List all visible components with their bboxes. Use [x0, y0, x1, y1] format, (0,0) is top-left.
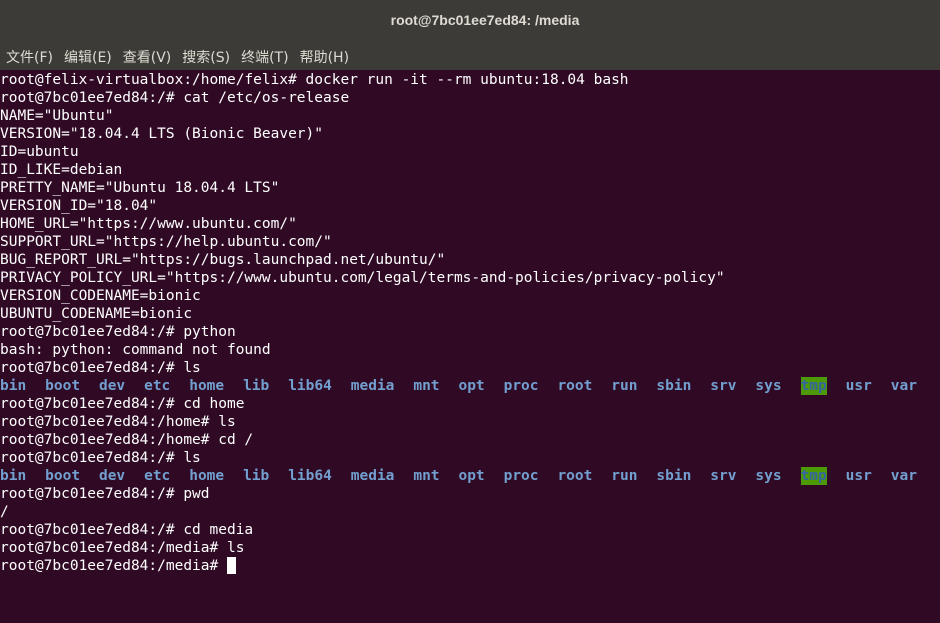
ls-output-row: bin boot dev etc home lib lib64 media mnt opt proc…	[0, 467, 917, 485]
directory-entry: lib	[243, 468, 270, 484]
terminal-line: root@7bc01ee7ed84:/# ls	[0, 450, 201, 466]
terminal-line: root@7bc01ee7ed84:/# cd media	[0, 522, 254, 538]
directory-entry: etc	[144, 378, 171, 394]
directory-entry: var	[890, 378, 917, 394]
terminal-line: VERSION="18.04.4 LTS (Bionic Beaver)"	[0, 126, 324, 142]
menu-terminal[interactable]: 终端(T)	[241, 47, 288, 67]
directory-entry: usr	[845, 378, 872, 394]
directory-entry: lib64	[288, 378, 332, 394]
directory-entry: sys	[755, 468, 782, 484]
directory-entry: lib64	[288, 468, 332, 484]
directory-entry: boot	[45, 468, 81, 484]
directory-entry: run	[611, 378, 638, 394]
terminal-line: /	[0, 504, 9, 520]
menu-edit[interactable]: 编辑(E)	[64, 47, 112, 67]
terminal-line: root@7bc01ee7ed84:/# cat /etc/os-release	[0, 90, 350, 106]
directory-entry: sbin	[656, 468, 692, 484]
ls-output-row: bin boot dev etc home lib lib64 media mnt opt proc…	[0, 377, 917, 395]
directory-entry: opt	[458, 468, 485, 484]
prompt-text: root@7bc01ee7ed84:/media#	[0, 558, 227, 574]
terminal-line: PRIVACY_POLICY_URL="https://www.ubuntu.c…	[0, 270, 725, 286]
menu-search[interactable]: 搜索(S)	[182, 47, 230, 67]
terminal-line: root@felix-virtualbox:/home/felix# docke…	[0, 72, 629, 88]
terminal-line: ID_LIKE=debian	[0, 162, 123, 178]
terminal-line: BUG_REPORT_URL="https://bugs.launchpad.n…	[0, 252, 446, 268]
terminal-line: VERSION_ID="18.04"	[0, 198, 158, 214]
menu-file[interactable]: 文件(F)	[6, 47, 53, 67]
directory-entry: srv	[710, 378, 737, 394]
window-titlebar[interactable]: root@7bc01ee7ed84: /media	[0, 0, 940, 40]
directory-entry: proc	[503, 468, 539, 484]
directory-entry: bin	[0, 378, 27, 394]
terminal-line: ID=ubuntu	[0, 144, 79, 160]
directory-entry: root	[557, 468, 593, 484]
window-title: root@7bc01ee7ed84: /media	[390, 12, 580, 28]
directory-entry: home	[189, 378, 225, 394]
directory-entry: mnt	[413, 468, 440, 484]
prompt-line[interactable]: root@7bc01ee7ed84:/media#	[0, 557, 940, 575]
terminal-line: VERSION_CODENAME=bionic	[0, 288, 201, 304]
directory-entry: opt	[458, 378, 485, 394]
directory-entry: media	[350, 378, 395, 394]
terminal-line: HOME_URL="https://www.ubuntu.com/"	[0, 216, 297, 232]
terminal-line: PRETTY_NAME="Ubuntu 18.04.4 LTS"	[0, 180, 280, 196]
terminal-line: root@7bc01ee7ed84:/home# cd /	[0, 432, 254, 448]
directory-entry: mnt	[413, 378, 440, 394]
directory-entry: sys	[755, 378, 782, 394]
directory-entry: run	[611, 468, 638, 484]
terminal-line: UBUNTU_CODENAME=bionic	[0, 306, 193, 322]
terminal-line: root@7bc01ee7ed84:/media# ls	[0, 540, 245, 556]
terminal-line: SUPPORT_URL="https://help.ubuntu.com/"	[0, 234, 332, 250]
directory-entry: media	[350, 468, 395, 484]
directory-entry: tmp	[800, 467, 827, 485]
directory-entry: proc	[503, 378, 539, 394]
menu-view[interactable]: 查看(V)	[123, 47, 172, 67]
directory-entry: usr	[845, 468, 872, 484]
directory-entry: home	[189, 468, 225, 484]
menu-help[interactable]: 帮助(H)	[300, 47, 349, 67]
terminal-line: root@7bc01ee7ed84:/home# ls	[0, 414, 236, 430]
terminal-line: root@7bc01ee7ed84:/# pwd	[0, 486, 210, 502]
directory-entry: dev	[98, 468, 126, 484]
terminal-line: NAME="Ubuntu"	[0, 108, 114, 124]
directory-entry: tmp	[800, 377, 827, 395]
terminal-line: root@7bc01ee7ed84:/# ls	[0, 360, 201, 376]
directory-entry: sbin	[656, 378, 692, 394]
menu-bar: 文件(F) 编辑(E) 查看(V) 搜索(S) 终端(T) 帮助(H)	[0, 40, 940, 70]
terminal-output[interactable]: root@felix-virtualbox:/home/felix# docke…	[0, 71, 940, 623]
directory-entry: srv	[710, 468, 737, 484]
directory-entry: boot	[45, 378, 81, 394]
directory-entry: bin	[0, 468, 27, 484]
directory-entry: root	[557, 378, 593, 394]
terminal-line: root@7bc01ee7ed84:/# cd home	[0, 396, 245, 412]
directory-entry: lib	[243, 378, 270, 394]
directory-entry: dev	[98, 378, 126, 394]
directory-entry: var	[890, 468, 917, 484]
directory-entry: etc	[144, 468, 171, 484]
terminal-line: bash: python: command not found	[0, 342, 271, 358]
text-cursor	[226, 557, 236, 574]
terminal-line: root@7bc01ee7ed84:/# python	[0, 324, 236, 340]
